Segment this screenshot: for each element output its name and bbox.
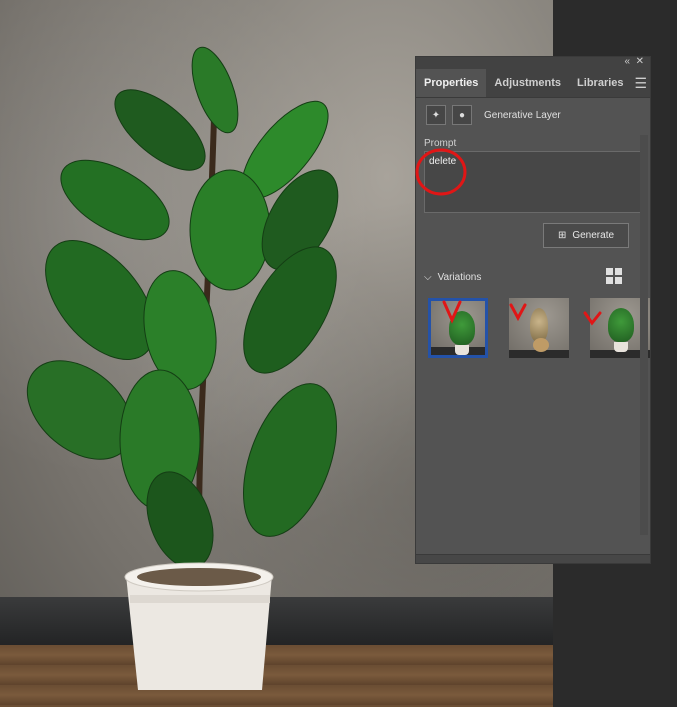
panel-tab-bar: Properties Adjustments Libraries ☰	[416, 69, 650, 98]
generate-button[interactable]: ⊞ Generate	[543, 223, 629, 248]
mask-icon[interactable]: ●	[452, 105, 472, 125]
tab-libraries[interactable]: Libraries	[569, 69, 631, 97]
properties-panel: « ✕ Properties Adjustments Libraries ☰ ✦…	[415, 56, 651, 564]
layer-title: Generative Layer	[484, 109, 561, 121]
double-chevron-left-icon[interactable]: «	[624, 56, 630, 67]
variations-label: Variations	[437, 272, 482, 283]
variation-thumbnail[interactable]	[509, 298, 569, 358]
grid-view-icon[interactable]	[606, 268, 622, 284]
chevron-down-icon[interactable]: ⌵	[424, 272, 432, 283]
panel-header-bar: « ✕	[416, 56, 650, 69]
prompt-input[interactable]: delete	[424, 151, 642, 213]
variations-header[interactable]: ⌵ Variations	[424, 268, 650, 284]
tab-adjustments[interactable]: Adjustments	[486, 69, 569, 97]
generate-icon: ⊞	[557, 230, 567, 241]
tab-properties[interactable]: Properties	[416, 69, 487, 97]
variation-thumbnail[interactable]	[428, 298, 488, 358]
layer-header: ✦ ● Generative Layer	[416, 98, 650, 132]
magic-wand-icon[interactable]: ✦	[426, 105, 446, 125]
variations-list	[428, 298, 650, 358]
panel-scrollbar[interactable]	[640, 135, 648, 535]
hamburger-menu-icon[interactable]: ☰	[632, 69, 650, 97]
panel-footer	[416, 554, 650, 563]
close-icon[interactable]: ✕	[636, 56, 644, 67]
prompt-label: Prompt	[424, 138, 457, 149]
generate-label: Generate	[572, 230, 615, 241]
